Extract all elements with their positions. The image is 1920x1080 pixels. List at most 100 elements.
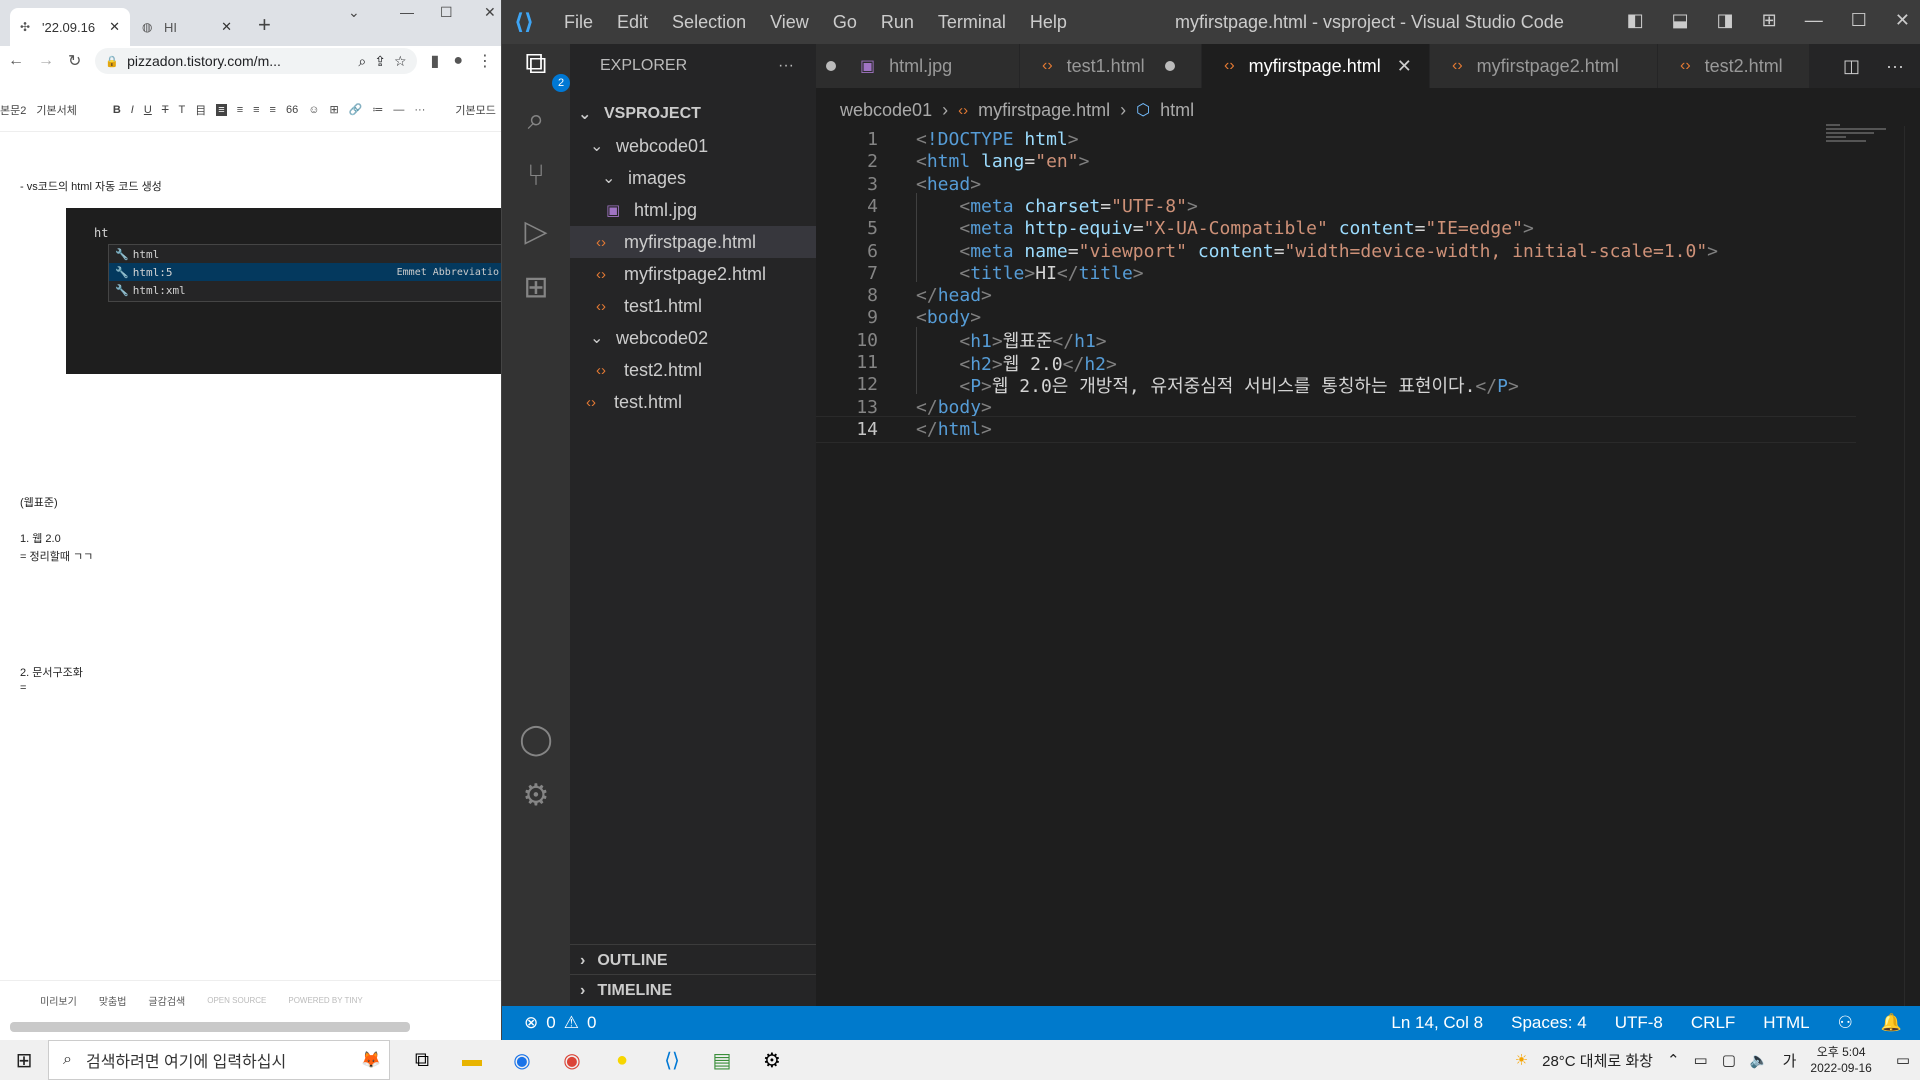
extensions-icon[interactable]: ⊞ [516, 268, 556, 308]
tab-html-jpg[interactable]: ▣ html.jpg [816, 44, 1020, 88]
style-dropdown[interactable]: 본문2 [0, 102, 26, 118]
mode-dropdown[interactable]: 기본모드 [455, 102, 495, 118]
vscode-taskbar-icon[interactable]: ⟨⟩ [660, 1048, 684, 1073]
back-icon[interactable]: ← [8, 52, 24, 70]
settings-icon[interactable]: ⚙ [760, 1048, 784, 1073]
minimize-button[interactable]: — [400, 4, 414, 20]
windows-start-icon[interactable]: ⊞ [0, 1048, 48, 1073]
ime-indicator[interactable]: 가 [1783, 1050, 1797, 1071]
file-explorer-icon[interactable]: ▬ [460, 1049, 484, 1072]
maximize-button[interactable]: ☐ [1851, 10, 1867, 31]
source-control-icon[interactable]: ⑂ [516, 156, 556, 196]
quote-icon[interactable]: 66 [286, 104, 298, 116]
text-color-icon[interactable]: T [179, 104, 186, 116]
more-icon[interactable]: ··· [414, 104, 425, 116]
toggle-panel-icon[interactable]: ⬓ [1672, 10, 1689, 31]
chrome-profile-icon[interactable]: ◉ [560, 1048, 584, 1073]
tree-file-html-jpg[interactable]: ▣ html.jpg [570, 194, 816, 226]
reload-icon[interactable]: ↻ [68, 51, 81, 71]
notepad-icon[interactable]: ▤ [710, 1048, 734, 1073]
underline-icon[interactable]: U [144, 104, 152, 116]
kakaotalk-icon[interactable]: ● [610, 1049, 634, 1072]
weather-text[interactable]: 28°C 대체로 화창 [1542, 1050, 1653, 1071]
side-panel-icon[interactable]: ▮ [431, 51, 440, 71]
tab-myfirstpage2[interactable]: ‹› myfirstpage2.html [1430, 44, 1658, 88]
chevron-up-icon[interactable]: ⌃ [1667, 1051, 1680, 1069]
link-icon[interactable]: 🔗 [349, 103, 363, 116]
forward-icon[interactable]: → [38, 52, 54, 70]
display-icon[interactable]: ▢ [1722, 1051, 1736, 1069]
feedback-icon[interactable]: ⚇ [1838, 1013, 1853, 1033]
tab-search-icon[interactable]: ⌄ [348, 4, 360, 21]
indentation[interactable]: Spaces: 4 [1511, 1013, 1587, 1033]
menu-view[interactable]: View [770, 12, 809, 33]
chrome-tab-inactive[interactable]: ◍ HI ✕ [132, 8, 242, 46]
menu-terminal[interactable]: Terminal [938, 12, 1006, 33]
tab-test1[interactable]: ‹› test1.html [1020, 44, 1202, 88]
menu-file[interactable]: File [564, 12, 593, 33]
volume-icon[interactable]: 🔈 [1750, 1051, 1769, 1069]
tree-file-myfirstpage[interactable]: ‹› myfirstpage.html [570, 226, 816, 258]
align-left-icon[interactable]: ≡ [216, 103, 227, 116]
code-line[interactable]: 14 </html> [816, 415, 1856, 443]
close-button[interactable]: ✕ [484, 4, 496, 21]
breadcrumb-symbol[interactable]: html [1160, 100, 1194, 121]
divider-icon[interactable]: — [393, 104, 404, 116]
close-tab-icon[interactable]: ✕ [221, 19, 232, 35]
split-editor-icon[interactable]: ◫ [1843, 56, 1860, 77]
new-tab-button[interactable]: + [258, 12, 271, 38]
tab-test2[interactable]: ‹› test2.html [1658, 44, 1810, 88]
align-right-icon[interactable]: ≡ [253, 104, 259, 116]
more-actions-icon[interactable]: ··· [778, 57, 794, 75]
list-icon[interactable]: ≔ [372, 103, 383, 116]
menu-selection[interactable]: Selection [672, 12, 746, 33]
align-justify-icon[interactable]: ≡ [270, 104, 276, 116]
profile-avatar-icon[interactable]: ● [453, 52, 463, 70]
material-search-button[interactable]: 글감검색 [148, 993, 185, 1008]
address-bar[interactable]: 🔒 pizzadon.tistory.com/m... ⌕ ⇪ ☆ [95, 48, 417, 74]
explorer-icon[interactable]: ⧉ 2 [516, 44, 570, 92]
minimize-button[interactable]: — [1805, 10, 1823, 31]
horizontal-scrollbar[interactable] [10, 1022, 410, 1032]
preview-button[interactable]: 미리보기 [40, 993, 77, 1008]
emoticon-icon[interactable]: ☺ [308, 104, 319, 116]
close-tab-icon[interactable]: ✕ [109, 19, 120, 35]
tree-file-test2[interactable]: ‹› test2.html [570, 354, 816, 386]
chrome-menu-icon[interactable]: ⋮ [477, 51, 493, 71]
code-editor[interactable]: 1 <!DOCTYPE html> 2 <html lang="en"> 3 <head>… [816, 126, 1920, 1006]
line-ending[interactable]: CRLF [1691, 1013, 1735, 1033]
search-icon[interactable]: ⌕ [516, 100, 556, 140]
menu-go[interactable]: Go [833, 12, 857, 33]
menu-edit[interactable]: Edit [617, 12, 648, 33]
tree-file-test1[interactable]: ‹› test1.html [570, 290, 816, 322]
align-center-icon[interactable]: ≡ [237, 104, 243, 116]
zoom-icon[interactable]: ⌕ [358, 53, 366, 70]
taskbar-search[interactable]: ⌕ 검색하려면 여기에 입력하십시 🦊 [48, 1040, 390, 1080]
weather-sun-icon[interactable]: ☀ [1515, 1051, 1528, 1069]
close-tab-icon[interactable]: ✕ [1397, 56, 1412, 77]
timeline-panel-header[interactable]: › TIMELINE [570, 974, 816, 1006]
accounts-icon[interactable]: ◯ [516, 720, 556, 760]
menu-help[interactable]: Help [1030, 12, 1067, 33]
customize-layout-icon[interactable]: ⊞ [1762, 10, 1777, 31]
share-icon[interactable]: ⇪ [374, 53, 386, 70]
strikethrough-icon[interactable]: T [162, 104, 169, 116]
toggle-secondary-sidebar-icon[interactable]: ◨ [1717, 10, 1734, 31]
chrome-icon[interactable]: ◉ [510, 1048, 534, 1073]
tree-folder-images[interactable]: ⌄ images [570, 162, 816, 194]
tree-folder-webcode01[interactable]: ⌄ webcode01 [570, 130, 816, 162]
table-icon[interactable]: ⊞ [329, 103, 338, 116]
breadcrumb-folder[interactable]: webcode01 [840, 100, 932, 121]
vertical-scrollbar[interactable] [1904, 126, 1920, 1006]
menu-run[interactable]: Run [881, 12, 914, 33]
minimap[interactable] [1826, 124, 1906, 150]
task-view-icon[interactable]: ⧉ [410, 1049, 434, 1072]
notifications-bell-icon[interactable]: 🔔 [1881, 1013, 1902, 1033]
tab-myfirstpage[interactable]: ‹› myfirstpage.html ✕ [1202, 44, 1430, 88]
tree-file-test[interactable]: ‹› test.html [570, 386, 816, 418]
tree-root[interactable]: ⌄ VSPROJECT [570, 98, 816, 130]
network-icon[interactable]: ▭ [1694, 1051, 1708, 1069]
chrome-tab-active[interactable]: ✣ '22.09.16 ✕ [10, 8, 130, 46]
language-mode[interactable]: HTML [1763, 1013, 1809, 1033]
problems-indicator[interactable]: ⊗ 0 ⚠ 0 [502, 1013, 596, 1033]
